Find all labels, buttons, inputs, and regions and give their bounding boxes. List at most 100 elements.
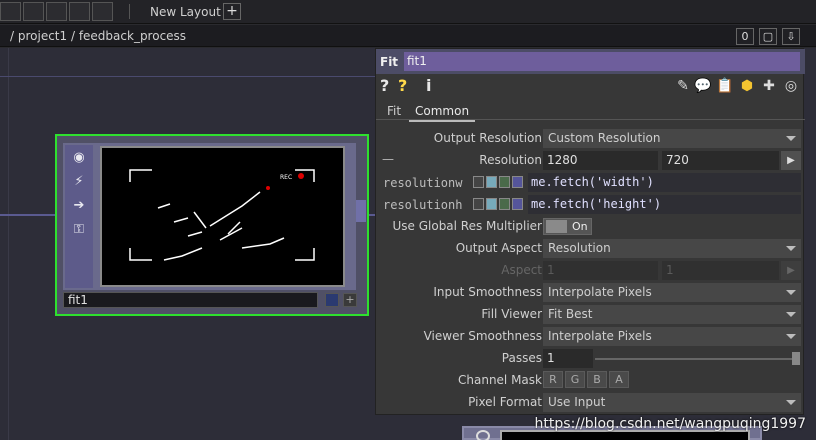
global-res-toggle[interactable]: On xyxy=(543,218,592,235)
mode-constant[interactable] xyxy=(473,198,484,210)
channel-g-button[interactable]: G xyxy=(565,371,585,388)
viewer-smoothness-label: Viewer Smoothness xyxy=(423,329,542,343)
new-layout-label: New Layout xyxy=(150,5,221,19)
channel-b-button[interactable]: B xyxy=(587,371,607,388)
aspect-b-field[interactable]: 1 xyxy=(662,261,779,280)
output-resolution-label: Output Resolution xyxy=(433,131,542,145)
window-button[interactable]: ▢ xyxy=(759,28,777,45)
node-body: ◉ ⚡ ➔ ⚿ REC xyxy=(63,143,366,290)
help-icon[interactable]: ? xyxy=(380,76,389,95)
channel-mask-label: Channel Mask xyxy=(458,373,542,387)
pane-zero-button[interactable]: 0 xyxy=(736,28,754,45)
import-button[interactable]: ⇩ xyxy=(782,28,800,45)
grid-line xyxy=(8,48,9,440)
global-res-label: Use Global Res Multiplier xyxy=(392,219,542,233)
output-aspect-row: Output Aspect Resolution xyxy=(376,238,805,260)
viewer-smoothness-menu[interactable]: Interpolate Pixels xyxy=(543,327,801,346)
aspect-a-field[interactable]: 1 xyxy=(543,261,658,280)
target-icon[interactable]: ◎ xyxy=(782,77,800,95)
python-help-icon[interactable]: ? xyxy=(398,76,407,95)
passes-slider-track[interactable] xyxy=(595,358,795,360)
fill-viewer-label: Fill Viewer xyxy=(481,307,542,321)
panel-header: Fit fit1 xyxy=(376,49,805,74)
divider xyxy=(129,4,130,19)
input-smoothness-label: Input Smoothness xyxy=(433,285,542,299)
resolutionh-label: resolutionh xyxy=(383,198,463,212)
layout-preset-5[interactable] xyxy=(92,2,113,21)
aspect-row: Aspect 1 1 ▶ xyxy=(376,260,805,282)
layout-preset-2[interactable] xyxy=(23,2,44,21)
python-icon[interactable]: ⬢ xyxy=(738,77,756,95)
info-icon[interactable]: i xyxy=(426,76,431,95)
lock-icon[interactable]: ⚿ xyxy=(65,217,93,241)
output-resolution-row: Output Resolution Custom Resolution xyxy=(376,128,805,150)
channel-r-button[interactable]: R xyxy=(543,371,563,388)
resolutionw-label: resolutionw xyxy=(383,176,463,190)
output-aspect-menu[interactable]: Resolution xyxy=(543,239,801,258)
node-name-field[interactable]: fit1 xyxy=(63,292,318,308)
mode-expression[interactable] xyxy=(486,176,497,188)
node-sidebar: ◉ ⚡ ➔ ⚿ xyxy=(65,145,93,288)
resolutionh-expression[interactable]: me.fetch('height') xyxy=(528,195,801,214)
viewer-toggle-icon[interactable] xyxy=(476,430,490,440)
resolution-row: — Resolution 1280 720 ▶ xyxy=(376,150,805,172)
fill-viewer-row: Fill Viewer Fit Best xyxy=(376,304,805,326)
layout-preset-4[interactable] xyxy=(69,2,90,21)
toggle-knob xyxy=(546,220,567,233)
viewer-image: REC xyxy=(129,169,315,261)
passes-field[interactable]: 1 xyxy=(543,349,593,368)
display-flag[interactable] xyxy=(325,293,339,307)
pencil-icon[interactable]: ✎ xyxy=(674,77,692,95)
add-layout-button[interactable]: + xyxy=(223,3,241,20)
breadcrumb[interactable]: / project1 / feedback_process xyxy=(10,29,186,43)
resolutionw-expression[interactable]: me.fetch('width') xyxy=(528,173,801,192)
output-connector[interactable] xyxy=(356,200,366,222)
passes-slider-handle[interactable] xyxy=(792,352,800,365)
export-arrow-icon[interactable]: ➔ xyxy=(65,193,93,217)
pixel-format-menu[interactable]: Use Input xyxy=(543,393,801,412)
mode-bind[interactable] xyxy=(512,198,523,210)
mode-bind[interactable] xyxy=(512,176,523,188)
resolution-width-field[interactable]: 1280 xyxy=(543,151,658,170)
node-viewer[interactable]: REC xyxy=(100,146,345,287)
watermark: https://blog.csdn.net/wangpuqing1997 xyxy=(534,416,806,432)
operator-name-field[interactable]: fit1 xyxy=(404,52,800,71)
pixel-format-label: Pixel Format xyxy=(468,395,542,409)
mode-export[interactable] xyxy=(499,176,510,188)
fit-node[interactable]: ◉ ⚡ ➔ ⚿ REC fit1 + xyxy=(55,134,369,316)
collapse-toggle[interactable]: — xyxy=(382,152,394,166)
expand-arrow-button[interactable]: ▶ xyxy=(781,151,801,170)
cook-icon[interactable]: ⚡ xyxy=(65,169,93,193)
channel-mask-buttons: R G B A xyxy=(543,371,629,388)
mode-constant[interactable] xyxy=(473,176,484,188)
channel-mask-row: Channel Mask R G B A xyxy=(376,370,805,392)
global-res-row: Use Global Res Multiplier On xyxy=(376,216,805,238)
output-resolution-menu[interactable]: Custom Resolution xyxy=(543,129,801,148)
comment-icon[interactable]: 💬 xyxy=(694,77,712,95)
mode-expression[interactable] xyxy=(486,198,497,210)
tab-fit[interactable]: Fit xyxy=(387,104,401,118)
add-icon[interactable]: ✚ xyxy=(760,77,778,95)
channel-a-button[interactable]: A xyxy=(609,371,629,388)
clipboard-icon[interactable]: 📋 xyxy=(716,77,734,95)
layout-preset-3[interactable] xyxy=(46,2,67,21)
input-wire[interactable] xyxy=(0,214,56,216)
viewer-toggle-icon[interactable]: ◉ xyxy=(65,145,93,169)
input-smoothness-menu[interactable]: Interpolate Pixels xyxy=(543,283,801,302)
mode-export[interactable] xyxy=(499,198,510,210)
scrollbar[interactable] xyxy=(806,48,816,440)
resolutionw-row: resolutionw me.fetch('width') xyxy=(376,172,805,194)
fill-viewer-menu[interactable]: Fit Best xyxy=(543,305,801,324)
operator-type: Fit xyxy=(380,55,399,69)
output-aspect-label: Output Aspect xyxy=(455,241,542,255)
expand-arrow-button[interactable]: ▶ xyxy=(781,261,801,280)
node-add-button[interactable]: + xyxy=(343,293,357,307)
path-bar: / project1 / feedback_process 0 ▢ ⇩ xyxy=(0,25,816,47)
resolution-height-field[interactable]: 720 xyxy=(662,151,779,170)
passes-row: Passes 1 xyxy=(376,348,805,370)
layout-presets xyxy=(0,2,113,21)
mode-selector xyxy=(473,198,523,210)
tab-common[interactable]: Common xyxy=(409,104,476,122)
layout-preset-1[interactable] xyxy=(0,2,21,21)
rec-label: REC xyxy=(280,174,292,181)
